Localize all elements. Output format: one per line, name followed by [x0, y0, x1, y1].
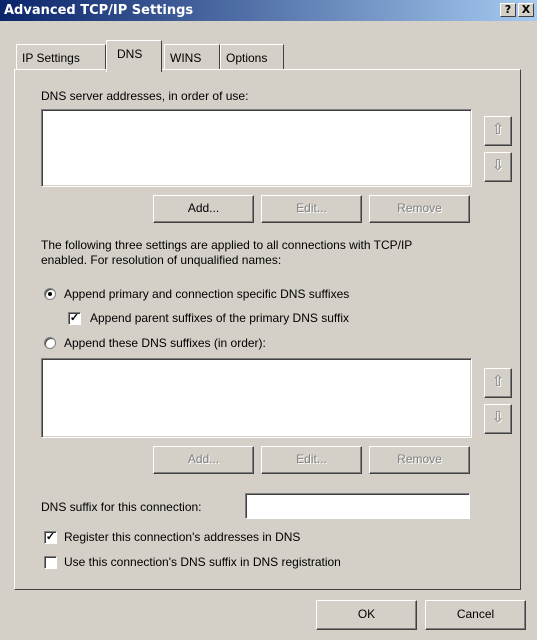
suffix-down-button[interactable]: ⇩	[484, 404, 512, 434]
arrow-up-icon: ⇧	[491, 373, 505, 390]
arrow-down-icon: ⇩	[491, 409, 505, 426]
arrow-up-icon: ⇧	[491, 121, 505, 138]
suffix-add-button[interactable]: Add...	[153, 446, 254, 474]
info-text-line-1: The following three settings are applied…	[41, 238, 413, 252]
append-these-label[interactable]: Append these DNS suffixes (in order):	[64, 336, 266, 350]
suffix-edit-label: Edit...	[296, 452, 327, 466]
suffix-edit-button[interactable]: Edit...	[261, 446, 362, 474]
append-these-radio[interactable]	[44, 337, 56, 349]
dns-edit-label: Edit...	[296, 201, 327, 215]
conn-suffix-label: DNS suffix for this connection:	[41, 500, 202, 514]
dns-suffix-list[interactable]	[41, 358, 472, 438]
append-primary-label[interactable]: Append primary and connection specific D…	[64, 287, 349, 301]
dns-remove-label: Remove	[397, 201, 442, 215]
dns-server-up-button[interactable]: ⇧	[484, 116, 512, 146]
close-button[interactable]: X	[518, 3, 534, 17]
help-button[interactable]: ?	[500, 3, 516, 17]
arrow-down-icon: ⇩	[491, 157, 505, 174]
dns-add-button[interactable]: Add...	[153, 195, 254, 223]
advanced-tcpip-settings-dialog: Advanced TCP/IP Settings ? X IP Settings…	[0, 0, 537, 640]
use-suffix-label[interactable]: Use this connection's DNS suffix in DNS …	[64, 555, 341, 569]
dns-add-label: Add...	[187, 201, 220, 215]
use-suffix-checkbox[interactable]	[44, 556, 57, 569]
suffix-up-button[interactable]: ⇧	[484, 368, 512, 398]
cancel-label: Cancel	[456, 607, 495, 621]
tab-dns[interactable]: DNS	[106, 40, 162, 72]
tab-wins[interactable]: WINS	[164, 44, 220, 70]
ok-button[interactable]: OK	[316, 600, 417, 630]
append-parent-label[interactable]: Append parent suffixes of the primary DN…	[90, 311, 349, 325]
append-primary-radio[interactable]	[44, 288, 56, 300]
dns-remove-button[interactable]: Remove	[369, 195, 470, 223]
dns-server-down-button[interactable]: ⇩	[484, 152, 512, 182]
conn-suffix-input[interactable]	[245, 493, 470, 519]
suffix-remove-label: Remove	[397, 452, 442, 466]
tab-options[interactable]: Options	[220, 44, 284, 70]
register-label[interactable]: Register this connection's addresses in …	[64, 530, 300, 544]
tab-ip-settings[interactable]: IP Settings	[16, 44, 106, 70]
dns-servers-list[interactable]	[41, 109, 472, 187]
dns-servers-label: DNS server addresses, in order of use:	[41, 89, 249, 103]
title-bar[interactable]: Advanced TCP/IP Settings ? X	[0, 0, 537, 21]
cancel-button[interactable]: Cancel	[425, 600, 526, 630]
dns-edit-button[interactable]: Edit...	[261, 195, 362, 223]
register-checkbox[interactable]: ✓	[44, 531, 57, 544]
ok-label: OK	[357, 607, 376, 621]
info-text-line-2: enabled. For resolution of unqualified n…	[41, 253, 282, 267]
suffix-add-label: Add...	[187, 452, 220, 466]
append-parent-checkbox[interactable]: ✓	[68, 312, 81, 325]
suffix-remove-button[interactable]: Remove	[369, 446, 470, 474]
window-title: Advanced TCP/IP Settings	[4, 3, 194, 18]
